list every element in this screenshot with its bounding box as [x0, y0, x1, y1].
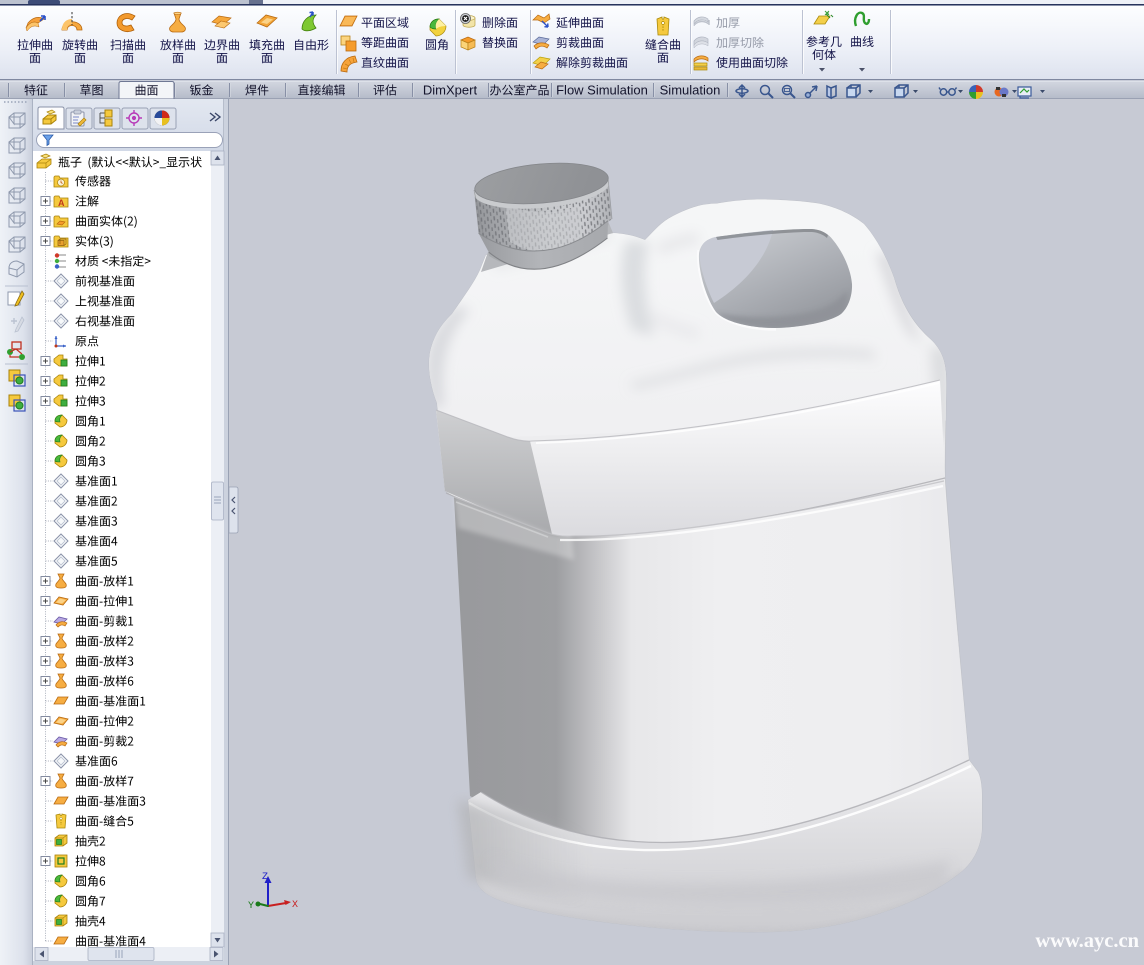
svg-text:Z: Z — [262, 872, 268, 883]
svg-text:Flow Simulation: Flow Simulation — [556, 83, 648, 98]
svg-text:A: A — [58, 198, 65, 208]
svg-text:www.ayc.cn: www.ayc.cn — [1035, 930, 1139, 952]
svg-text:X: X — [292, 900, 298, 911]
svg-text:Simulation: Simulation — [660, 83, 721, 98]
svg-text:DimXpert: DimXpert — [423, 83, 478, 98]
svg-text:Y: Y — [248, 901, 254, 912]
